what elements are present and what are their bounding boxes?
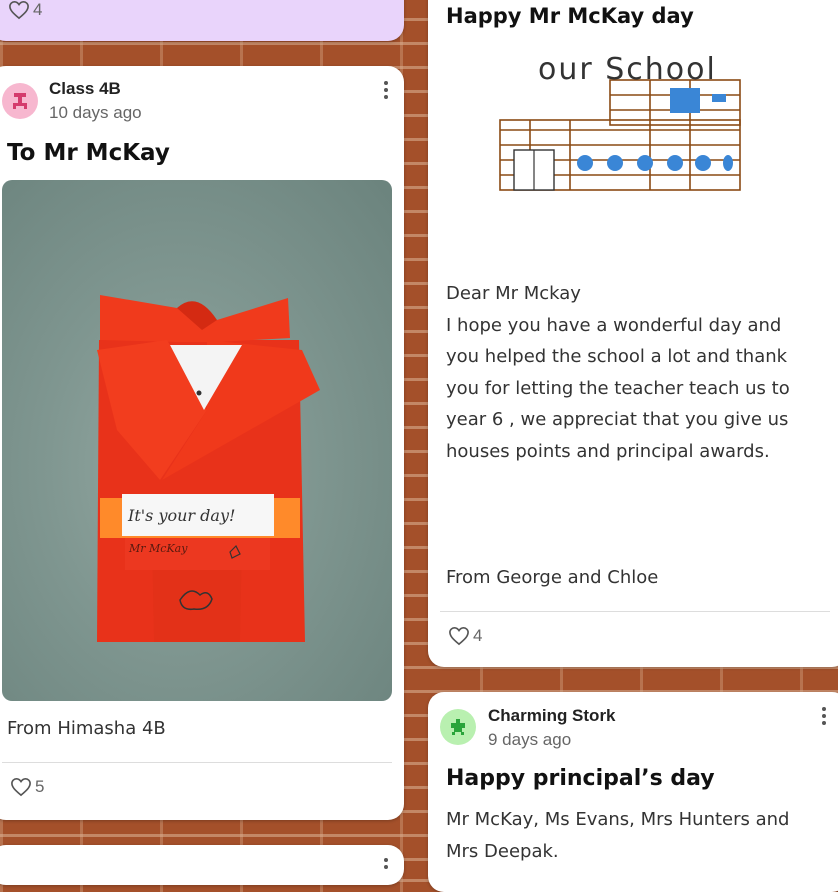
- post-caption: From Himasha 4B: [7, 718, 166, 739]
- heart-icon: [11, 777, 31, 797]
- post-body: Mr McKay, Ms Evans, Mrs Hunters and Mrs …: [446, 809, 790, 862]
- post-image: It's your day! Mr McKay: [2, 180, 392, 701]
- post-card-charming-stork: Charming Stork 9 days ago Happy principa…: [428, 692, 838, 892]
- avatar: [2, 83, 38, 119]
- more-options-icon[interactable]: [822, 707, 828, 728]
- avatar: [440, 709, 476, 745]
- drawing-label: our School: [538, 52, 717, 87]
- post-signoff: From George and Chloe: [446, 567, 659, 588]
- post-title: Happy principal’s day: [446, 766, 715, 791]
- post-title: To Mr McKay: [7, 140, 170, 166]
- post-timestamp: 9 days ago: [488, 730, 572, 749]
- post-body: Dear Mr Mckay I hope you have a wonderfu…: [446, 283, 790, 462]
- like-button[interactable]: 4: [448, 626, 482, 646]
- post-card-mckay-day: Happy Mr McKay day our School Dear Mr Mc…: [428, 0, 838, 667]
- more-options-icon[interactable]: [384, 81, 390, 102]
- paper-suit-craft: [97, 295, 320, 642]
- divider: [440, 611, 830, 612]
- post-author: Charming Stork: [488, 706, 616, 725]
- heart-icon: [449, 626, 469, 646]
- post-card-purple: 4: [0, 0, 404, 41]
- pixel-creature-icon: [13, 93, 27, 109]
- note-handwriting: It's your day!: [128, 506, 236, 525]
- like-count: 4: [473, 626, 483, 645]
- pixel-creature-icon: [451, 719, 465, 735]
- like-count: 5: [35, 777, 45, 796]
- divider: [2, 762, 392, 763]
- post-card-partial: [0, 845, 404, 885]
- post-author: Class 4B: [49, 79, 121, 98]
- like-count: 4: [33, 0, 43, 19]
- post-timestamp: 10 days ago: [49, 103, 142, 122]
- like-button[interactable]: 4: [8, 0, 42, 20]
- heart-icon: [9, 0, 29, 20]
- more-options-icon[interactable]: [384, 858, 390, 872]
- post-card-class-4b: Class 4B 10 days ago To Mr McKay It's yo…: [0, 66, 404, 820]
- like-button[interactable]: 5: [10, 777, 44, 797]
- post-title: Happy Mr McKay day: [446, 4, 694, 28]
- note-handwriting-name: Mr McKay: [129, 542, 188, 555]
